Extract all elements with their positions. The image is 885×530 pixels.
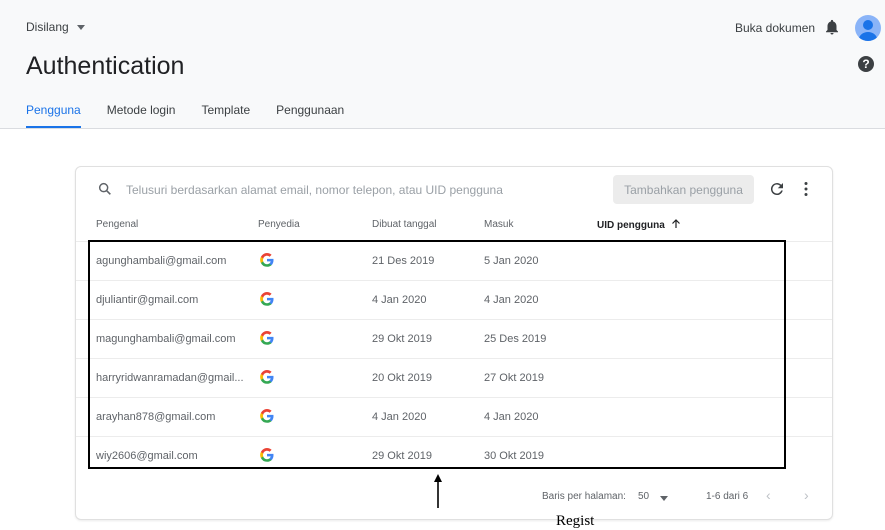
pagination-bar: Baris per halaman: 50 1-6 dari 6 ‹ › bbox=[76, 485, 832, 515]
annotation-caption: Regist bbox=[556, 513, 595, 529]
annotation-arrow-up-icon bbox=[434, 474, 442, 508]
table-row[interactable]: djuliantir@gmail.com 4 Jan 2020 4 Jan 20… bbox=[76, 280, 832, 320]
table-row[interactable]: wiy2606@gmail.com 29 Okt 2019 30 Okt 201… bbox=[76, 436, 832, 476]
avatar-silhouette bbox=[858, 20, 878, 41]
column-uid[interactable]: UID pengguna bbox=[597, 219, 681, 231]
table-row[interactable]: arayhan878@gmail.com 4 Jan 2020 4 Jan 20… bbox=[76, 397, 832, 437]
table-row[interactable]: harryridwanramadan@gmail... 20 Okt 2019 … bbox=[76, 358, 832, 398]
user-signed-in: 25 Des 2019 bbox=[484, 333, 547, 345]
user-signed-in: 4 Jan 2020 bbox=[484, 411, 539, 423]
bell-icon[interactable] bbox=[823, 18, 841, 36]
chevron-left-icon[interactable]: ‹ bbox=[766, 487, 771, 503]
column-identifier[interactable]: Pengenal bbox=[96, 219, 138, 230]
avatar-icon[interactable] bbox=[855, 15, 881, 41]
docs-link[interactable]: Buka dokumen bbox=[735, 21, 815, 35]
rows-per-page-select[interactable]: 50 bbox=[638, 491, 649, 502]
column-uid-label: UID pengguna bbox=[597, 220, 665, 231]
tab-sign-in-method[interactable]: Metode login bbox=[107, 103, 176, 128]
column-signed-in[interactable]: Masuk bbox=[484, 219, 513, 230]
google-icon bbox=[260, 409, 274, 423]
help-icon[interactable]: ? bbox=[858, 56, 874, 72]
table-header: Pengenal Penyedia Dibuat tanggal Masuk U… bbox=[76, 215, 832, 239]
user-signed-in: 27 Okt 2019 bbox=[484, 372, 544, 384]
tab-usage[interactable]: Penggunaan bbox=[276, 103, 344, 128]
user-created: 21 Des 2019 bbox=[372, 255, 435, 267]
chevron-down-icon bbox=[76, 24, 85, 30]
page-title: Authentication bbox=[26, 52, 185, 80]
chevron-down-icon[interactable] bbox=[660, 496, 668, 501]
user-signed-in: 5 Jan 2020 bbox=[484, 255, 539, 267]
user-email: harryridwanramadan@gmail... bbox=[96, 372, 244, 384]
google-icon bbox=[260, 253, 274, 267]
user-email: wiy2606@gmail.com bbox=[96, 450, 198, 462]
user-signed-in: 30 Okt 2019 bbox=[484, 450, 544, 462]
google-icon bbox=[260, 331, 274, 345]
users-card: Tambahkan pengguna Pengenal Penyedia Dib… bbox=[75, 166, 833, 520]
table-row[interactable]: magunghambali@gmail.com 29 Okt 2019 25 D… bbox=[76, 319, 832, 359]
user-email: arayhan878@gmail.com bbox=[96, 411, 216, 423]
user-email: magunghambali@gmail.com bbox=[96, 333, 236, 345]
search-input[interactable] bbox=[124, 182, 508, 198]
project-name: Disilang bbox=[26, 20, 69, 34]
rows-per-page-label: Baris per halaman: bbox=[542, 491, 626, 502]
user-created: 29 Okt 2019 bbox=[372, 333, 432, 345]
chevron-right-icon[interactable]: › bbox=[804, 487, 809, 503]
more-vert-icon[interactable] bbox=[802, 181, 810, 197]
user-email: djuliantir@gmail.com bbox=[96, 294, 199, 306]
top-header: Disilang Buka dokumen ? Authentication P… bbox=[0, 0, 885, 129]
user-created: 29 Okt 2019 bbox=[372, 450, 432, 462]
column-created[interactable]: Dibuat tanggal bbox=[372, 219, 437, 230]
add-user-button[interactable]: Tambahkan pengguna bbox=[613, 175, 754, 204]
project-selector[interactable]: Disilang bbox=[26, 20, 85, 34]
user-created: 4 Jan 2020 bbox=[372, 294, 427, 306]
refresh-icon[interactable] bbox=[768, 180, 786, 198]
tab-templates[interactable]: Template bbox=[201, 103, 250, 128]
tab-users[interactable]: Pengguna bbox=[26, 103, 81, 128]
search-icon bbox=[98, 182, 111, 195]
google-icon bbox=[260, 292, 274, 306]
google-icon bbox=[260, 370, 274, 384]
user-email: agunghambali@gmail.com bbox=[96, 255, 227, 267]
user-created: 20 Okt 2019 bbox=[372, 372, 432, 384]
tab-bar: Pengguna Metode login Template Penggunaa… bbox=[26, 103, 370, 128]
user-signed-in: 4 Jan 2020 bbox=[484, 294, 539, 306]
arrow-up-icon bbox=[671, 219, 680, 228]
user-created: 4 Jan 2020 bbox=[372, 411, 427, 423]
google-icon bbox=[260, 448, 274, 462]
column-provider[interactable]: Penyedia bbox=[258, 219, 300, 230]
pagination-range: 1-6 dari 6 bbox=[706, 491, 749, 502]
table-row[interactable]: agunghambali@gmail.com 21 Des 2019 5 Jan… bbox=[76, 241, 832, 281]
